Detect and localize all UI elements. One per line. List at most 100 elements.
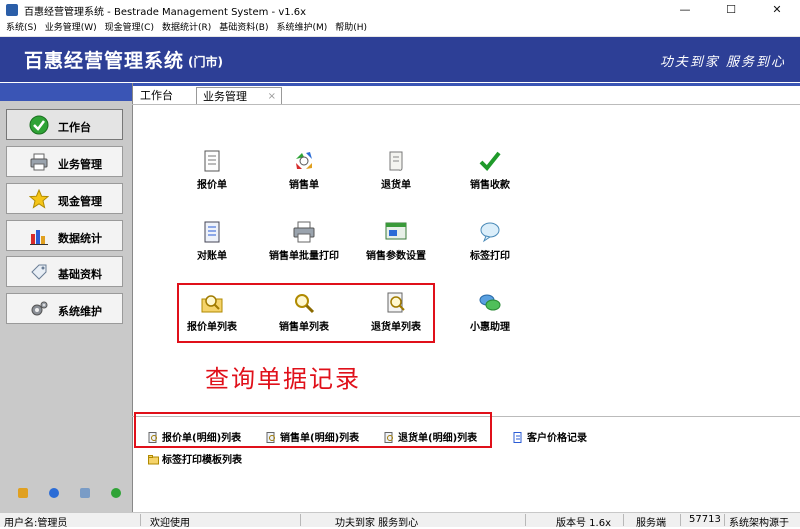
tab-workbench[interactable]: 工作台: [140, 87, 190, 104]
link-sales-detail-list[interactable]: 销售单(明细)列表: [266, 429, 359, 444]
link-label: 客户价格记录: [527, 433, 587, 444]
sidebar-item-statistics[interactable]: 数据统计: [6, 220, 123, 251]
app-banner: 百惠经营管理系统 (门市) 功夫到家 服务到心: [0, 37, 800, 82]
func-label: 标签打印: [470, 251, 510, 262]
doc-search-small-icon: [266, 432, 277, 443]
sidebar-item-label: 工作台: [58, 121, 91, 134]
status-separator: [623, 514, 624, 526]
star-icon: [28, 188, 50, 209]
sidebar-item-label: 业务管理: [58, 158, 102, 171]
check-circle-icon: [29, 115, 49, 135]
sidebar-item-label: 系统维护: [58, 305, 102, 318]
tab-label: 业务管理: [203, 90, 247, 103]
func-return[interactable]: 退货单: [351, 149, 441, 191]
menu-maintenance[interactable]: 系统维护(M): [272, 20, 331, 36]
menu-system[interactable]: 系统(S): [2, 20, 41, 36]
bar-chart-icon: [29, 226, 49, 246]
sidebar-header: [0, 83, 132, 101]
func-label: 退货单: [381, 180, 411, 191]
status-separator: [724, 514, 725, 526]
menu-bar: 系统(S) 业务管理(W) 现金管理(C) 数据统计(R) 基础资料(B) 系统维护(M)…: [0, 20, 800, 37]
status-slogan: 功夫到家 服务到心: [335, 518, 419, 529]
status-separator: [680, 514, 681, 526]
func-label: 报价单: [197, 180, 227, 191]
sidebar-item-cash[interactable]: 现金管理: [6, 183, 123, 214]
tab-business[interactable]: 业务管理 ×: [196, 87, 282, 104]
link-label-template-list[interactable]: 标签打印模板列表: [148, 451, 242, 466]
status-port: 57713: [689, 514, 721, 525]
func-receipt[interactable]: 销售收款: [445, 149, 535, 191]
main-area: 工作台 业务管理 × 报价单 销售单 退货单 销售收款 对账单 销售单批量打印 …: [132, 83, 800, 513]
link-label: 标签打印模板列表: [162, 455, 242, 466]
tab-divider: [132, 104, 800, 105]
main-header-strip: [132, 83, 800, 86]
func-sales-settings[interactable]: 销售参数设置: [351, 220, 441, 262]
sidebar-item-maintenance[interactable]: 系统维护: [6, 293, 123, 324]
sidebar-item-workbench[interactable]: 工作台: [6, 109, 123, 140]
link-label: 退货单(明细)列表: [398, 433, 478, 444]
link-quote-detail-list[interactable]: 报价单(明细)列表: [148, 429, 241, 444]
note-icon[interactable]: [18, 488, 28, 498]
menu-help[interactable]: 帮助(H): [331, 20, 371, 36]
clock-icon[interactable]: [49, 488, 59, 498]
recycle-icon: [292, 149, 316, 173]
maximize-button[interactable]: ☐: [708, 0, 754, 20]
link-return-detail-list[interactable]: 退货单(明细)列表: [384, 429, 477, 444]
sidebar-item-basic-data[interactable]: 基础资料: [6, 256, 123, 287]
func-label: 销售单: [289, 180, 319, 191]
sidebar-shortcuts: [0, 479, 132, 505]
folder-small-icon: [148, 454, 159, 465]
func-quote[interactable]: 报价单: [167, 149, 257, 191]
func-label-print[interactable]: 标签打印: [445, 220, 535, 262]
close-window-button[interactable]: ✕: [754, 0, 800, 20]
status-version: 版本号 1.6x: [556, 518, 611, 529]
func-sales[interactable]: 销售单: [259, 149, 349, 191]
banner-slogan: 功夫到家 服务到心: [659, 55, 786, 70]
link-label: 销售单(明细)列表: [280, 433, 360, 444]
minimize-button[interactable]: —: [662, 0, 708, 20]
ledger-icon: [200, 220, 224, 244]
func-label: 销售收款: [470, 180, 510, 191]
exit-icon[interactable]: [111, 488, 121, 498]
divider: [132, 83, 133, 513]
func-label: 小惠助理: [470, 322, 510, 333]
func-label: 对账单: [197, 251, 227, 262]
app-icon: [6, 4, 18, 16]
tag-icon: [29, 262, 49, 282]
status-server: 服务端: [636, 518, 666, 529]
func-label: 销售参数设置: [366, 251, 426, 262]
status-architecture: 系统架构源于: [729, 518, 789, 529]
status-user: 用户名:管理员: [4, 518, 68, 529]
status-separator: [525, 514, 526, 526]
status-bar: 用户名:管理员 欢迎使用 功夫到家 服务到心 版本号 1.6x 服务端 5771…: [0, 512, 800, 529]
func-label: 销售单批量打印: [269, 251, 339, 262]
gears-icon: [29, 299, 49, 319]
sidebar-item-label: 基础资料: [58, 268, 102, 281]
sidebar-item-label: 现金管理: [58, 195, 102, 208]
highlight-box-lists: [177, 283, 435, 343]
menu-basic-data[interactable]: 基础资料(B): [215, 20, 272, 36]
monitor-icon[interactable]: [80, 488, 90, 498]
menu-statistics[interactable]: 数据统计(R): [158, 20, 215, 36]
sidebar-item-business[interactable]: 业务管理: [6, 146, 123, 177]
menu-cash[interactable]: 现金管理(C): [101, 20, 158, 36]
settings-window-icon: [384, 220, 408, 244]
status-welcome: 欢迎使用: [150, 518, 190, 529]
func-assistant[interactable]: 小惠助理: [445, 291, 535, 333]
annotation-text: 查询单据记录: [205, 365, 361, 393]
banner-title: 百惠经营管理系统: [24, 50, 185, 72]
speech-bubble-icon: [478, 220, 502, 244]
doc-search-small-icon: [148, 432, 159, 443]
link-customer-price-record[interactable]: 客户价格记录: [513, 429, 587, 444]
tab-close-icon[interactable]: ×: [268, 88, 276, 105]
title-bar: 百惠经营管理系统 - Bestrade Management System - …: [0, 0, 800, 20]
func-statement[interactable]: 对账单: [167, 220, 257, 262]
sidebar: 工作台 业务管理 现金管理 数据统计 基础资料 系统维护: [0, 83, 132, 513]
printer-icon: [29, 152, 49, 172]
scroll-icon: [384, 149, 408, 173]
window-title: 百惠经营管理系统 - Bestrade Management System - …: [24, 7, 307, 18]
func-batch-print[interactable]: 销售单批量打印: [259, 220, 349, 262]
doc-edit-small-icon: [513, 432, 524, 443]
banner-subtitle: (门市): [188, 55, 223, 69]
menu-business[interactable]: 业务管理(W): [41, 20, 101, 36]
